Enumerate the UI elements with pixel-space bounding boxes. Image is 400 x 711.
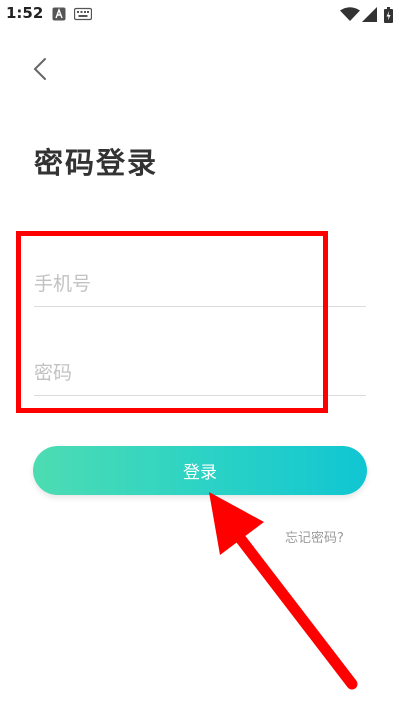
alert-a-icon [52, 7, 66, 21]
page-title: 密码登录 [34, 146, 159, 180]
wifi-icon [340, 7, 360, 21]
battery-icon [384, 7, 393, 23]
signal-icon [362, 7, 377, 22]
login-button[interactable]: 登录 [33, 446, 367, 495]
back-button[interactable] [24, 52, 56, 86]
phone-input[interactable] [34, 262, 366, 307]
chevron-left-icon [33, 58, 46, 80]
status-time: 1:52 [6, 4, 44, 22]
forgot-password-link[interactable]: 忘记密码? [285, 527, 344, 546]
password-input[interactable] [34, 351, 366, 396]
keyboard-icon [74, 7, 92, 21]
status-bar: 1:52 [0, 0, 400, 28]
